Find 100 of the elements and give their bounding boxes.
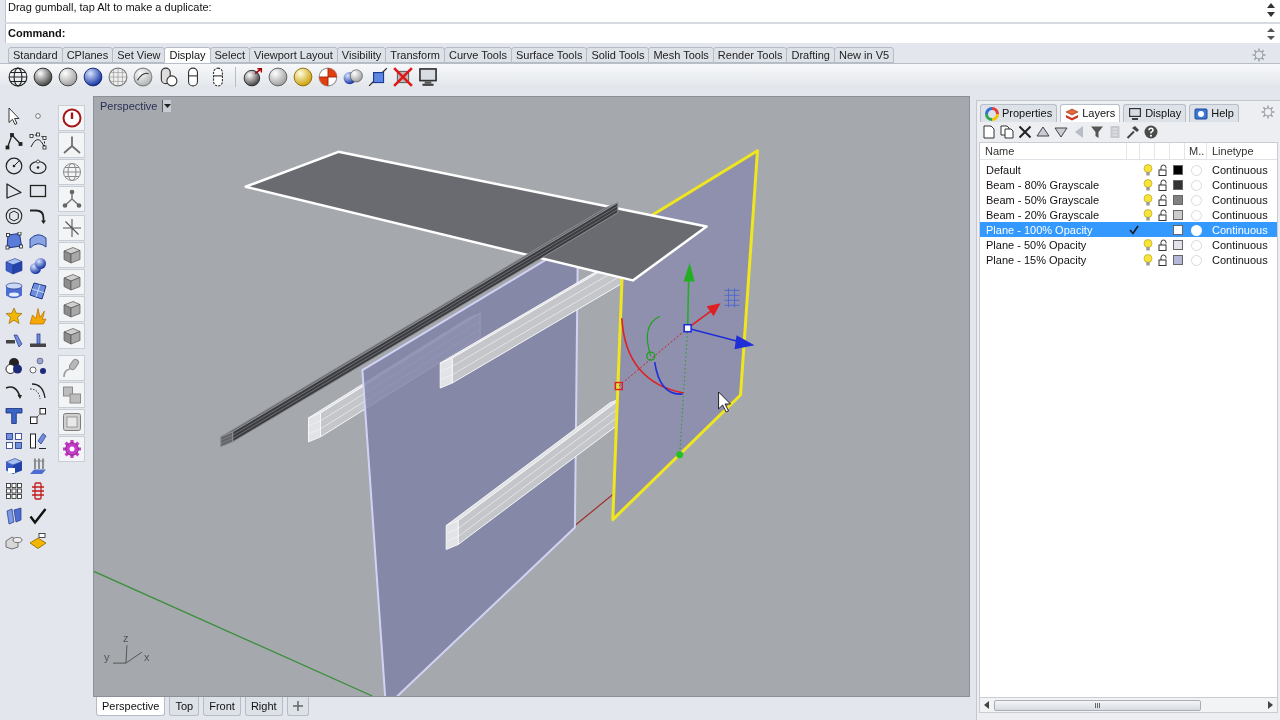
polyline-icon[interactable] <box>5 131 23 150</box>
split-icon[interactable] <box>29 331 47 350</box>
toolbar-tab[interactable]: Mesh Tools <box>648 47 714 63</box>
curved-surface-icon[interactable] <box>29 231 47 250</box>
color-swatch[interactable] <box>1172 195 1183 206</box>
toolbar-button[interactable] <box>58 323 85 349</box>
panels-icon[interactable] <box>5 506 23 525</box>
up-triangle-icon[interactable] <box>1036 125 1050 139</box>
hammer-icon[interactable] <box>1126 125 1140 139</box>
color-swatch[interactable] <box>1172 210 1183 221</box>
color-swatch[interactable] <box>1172 180 1183 191</box>
monitor-icon[interactable] <box>418 66 438 87</box>
toolbar-tab[interactable]: Viewport Layout <box>249 47 338 63</box>
open-lock-icon[interactable] <box>1157 194 1168 207</box>
check-icon[interactable] <box>29 506 47 525</box>
new-page-icon[interactable] <box>982 125 996 139</box>
shaded-sphere-icon[interactable] <box>33 66 53 87</box>
t-shape-icon[interactable] <box>5 406 23 425</box>
toolbar-button[interactable] <box>58 215 85 241</box>
cylinder-icon[interactable] <box>5 281 23 300</box>
toolbar-tab[interactable]: Surface Tools <box>510 47 588 63</box>
toolbar-button[interactable] <box>58 436 85 462</box>
toolbar-button[interactable] <box>58 409 85 435</box>
color-swatch[interactable] <box>1172 255 1183 266</box>
spin-arrows-icon[interactable] <box>1267 27 1275 40</box>
viewport-menu-button[interactable] <box>162 100 172 112</box>
viewport-tab[interactable]: Top <box>169 697 200 716</box>
wire-sphere-icon[interactable] <box>8 66 28 87</box>
trim-icon[interactable] <box>5 331 23 350</box>
layer-row[interactable]: Beam - 80% Grayscale Continuous <box>980 177 1277 192</box>
gumball-drawing[interactable] <box>614 262 755 459</box>
viewport-tab[interactable]: Front <box>203 697 241 716</box>
chain-icon[interactable] <box>29 481 47 500</box>
box-arrows-icon[interactable] <box>368 66 388 87</box>
help-icon[interactable] <box>1144 125 1158 139</box>
spheres-icon[interactable] <box>29 256 47 275</box>
scrollbar-thumb[interactable] <box>994 699 1201 711</box>
capsule-icon[interactable] <box>158 66 178 87</box>
cursor-arrow-icon[interactable] <box>8 106 20 125</box>
ghost-sphere-icon[interactable] <box>133 66 153 87</box>
point-icon[interactable] <box>35 112 41 119</box>
scroll-down-icon[interactable] <box>1267 12 1275 17</box>
panel-tab[interactable]: Properties <box>980 104 1058 122</box>
circle-icon[interactable] <box>5 156 23 175</box>
control-polygon-icon[interactable] <box>29 131 47 150</box>
down-triangle-icon[interactable] <box>1054 125 1068 139</box>
block-icon[interactable] <box>29 531 47 550</box>
right-arrow-icon[interactable] <box>1268 701 1273 709</box>
panel-tab[interactable]: Layers <box>1060 104 1121 122</box>
dots-icon[interactable] <box>29 356 47 375</box>
command-line-field[interactable]: Command: <box>5 24 1280 43</box>
layer-row[interactable]: Plane - 50% Opacity Continuous <box>980 237 1277 252</box>
toolbar-tab[interactable]: CPlanes <box>61 47 114 63</box>
array-squares-icon[interactable] <box>5 431 23 450</box>
toolbar-tab[interactable]: Transform <box>385 47 446 63</box>
mesh-surface-icon[interactable] <box>29 281 47 300</box>
cube-icon[interactable] <box>5 256 23 275</box>
scroll-up-icon[interactable] <box>1267 3 1275 8</box>
color-swatch[interactable] <box>1172 225 1183 236</box>
toolbar-tab[interactable]: Select <box>209 47 251 63</box>
copy-icon[interactable] <box>1000 125 1014 139</box>
dashed-arc-icon[interactable] <box>29 381 47 400</box>
toolbar-tab[interactable]: Render Tools <box>712 47 788 63</box>
layer-row[interactable]: Default Continuous <box>980 162 1277 177</box>
triangle-icon[interactable] <box>5 181 23 200</box>
scale-squares-icon[interactable] <box>29 406 47 425</box>
viewport-tab[interactable]: Perspective <box>96 697 166 716</box>
column-header[interactable]: Linetype <box>1207 143 1277 160</box>
toolbar-tab[interactable]: Drafting <box>786 47 835 63</box>
panel-tab[interactable]: Display <box>1123 104 1187 122</box>
column-header[interactable]: Name <box>980 143 1127 160</box>
toolbar-tab[interactable]: Solid Tools <box>586 47 650 63</box>
new-tab-button[interactable] <box>286 697 309 716</box>
grid-dots-icon[interactable] <box>5 481 23 500</box>
toolbar-button[interactable] <box>58 105 85 131</box>
toolbar-tab[interactable]: Visibility <box>336 47 387 63</box>
mirror-icon[interactable] <box>29 431 47 450</box>
viewport-title[interactable]: Perspective <box>100 99 158 113</box>
color-swatch[interactable] <box>1172 240 1183 251</box>
toolbar-tab[interactable]: Standard <box>8 47 63 63</box>
open-lock-icon[interactable] <box>1157 254 1168 267</box>
toolbar-tab[interactable]: Curve Tools <box>444 47 512 63</box>
open-lock-icon[interactable] <box>1157 164 1168 177</box>
column-header[interactable]: M.. <box>1185 143 1207 160</box>
sphere-icon[interactable] <box>268 66 288 87</box>
light-sphere-icon[interactable] <box>293 66 313 87</box>
toolbar-button[interactable] <box>58 296 85 322</box>
surface-patch-icon[interactable] <box>5 231 23 250</box>
perspective-viewport[interactable]: Perspective z y x <box>93 96 970 697</box>
open-lock-icon[interactable] <box>1157 179 1168 192</box>
color-swatch[interactable] <box>1172 165 1183 176</box>
left-arrow-icon[interactable] <box>984 701 989 709</box>
layer-row[interactable]: Beam - 50% Grayscale Continuous <box>980 192 1277 207</box>
horizontal-scrollbar[interactable] <box>979 698 1278 713</box>
toolbar-tab[interactable]: New in V5 <box>834 47 895 63</box>
target-sphere-icon[interactable] <box>318 66 338 87</box>
panel-tab[interactable]: Help <box>1189 104 1239 122</box>
crossed-box-icon[interactable] <box>393 66 413 87</box>
close-icon[interactable] <box>1018 125 1032 139</box>
shaded-sphere-icon[interactable] <box>58 66 78 87</box>
